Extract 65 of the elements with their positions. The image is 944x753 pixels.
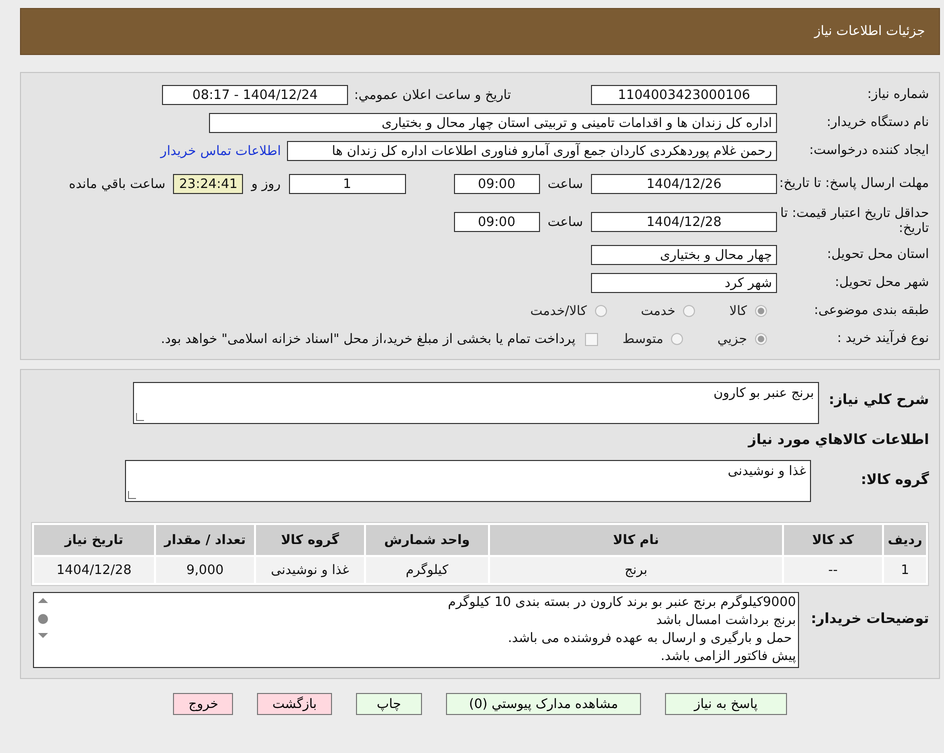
- province-field: چهار محال و بختیاری: [591, 245, 777, 265]
- field-label: شرح کلي نیاز:: [828, 391, 929, 408]
- table-cell: 1: [884, 557, 926, 583]
- field-label: مهلت ارسال پاسخ: تا تاریخ:: [778, 176, 929, 192]
- table-cell: غذا و نوشیدنی: [256, 557, 364, 583]
- field-label: استان محل تحویل:: [826, 248, 929, 262]
- column-header: کد کالا: [784, 525, 882, 555]
- column-header: نام کالا: [490, 525, 782, 555]
- form-button[interactable]: چاپ: [356, 693, 422, 715]
- column-header: تعداد / مقدار: [156, 525, 254, 555]
- summary-textarea[interactable]: برنج عنبر بو کارون: [133, 382, 819, 424]
- treasury-checkbox[interactable]: [585, 332, 598, 346]
- column-header: ردیف: [884, 525, 926, 555]
- field-label: توضیحات خریدار:: [810, 610, 929, 628]
- form-button[interactable]: بازگشت: [257, 693, 332, 715]
- city-field: شهر کرد: [591, 273, 777, 293]
- notes-line: پیش فاکتور الزامی باشد.: [660, 648, 796, 666]
- table-cell: --: [784, 557, 882, 583]
- buyer-contact-link[interactable]: اطلاعات تماس خریدار: [160, 144, 281, 158]
- field-label: روز و: [251, 176, 281, 192]
- category-radio[interactable]: کالا/خدمت: [530, 304, 617, 318]
- notes-textarea[interactable]: 9000کیلوگرم برنج عنبر بو برند کارون در بسته بندی 10 کیلوگرم برنج برداشت امسال باشد حمل و بارگیری و ارسال به عهده فروشنده می باشد. پیش فاکتور الزامی باشد.: [33, 592, 799, 668]
- notes-line: 9000کیلوگرم برنج عنبر بو برند کارون در بسته بندی 10 کیلوگرم: [446, 594, 796, 612]
- section-title: اطلاعات کالاهاي مورد نیاز: [746, 432, 929, 448]
- deadline-date-field: 1404/12/26: [591, 174, 777, 194]
- field-label: ساعت: [548, 214, 583, 230]
- field-label: گروه کالا:: [860, 470, 929, 488]
- page-title: جزئیات اطلاعات نیاز: [814, 24, 925, 39]
- column-header: واحد شمارش: [366, 525, 488, 555]
- table-cell: برنج: [490, 557, 782, 583]
- validity-date-field: 1404/12/28: [591, 212, 777, 232]
- form-button[interactable]: پاسخ به نیاز: [665, 693, 787, 715]
- category-radio[interactable]: خدمت: [640, 304, 706, 318]
- category-radio[interactable]: کالا: [729, 304, 777, 318]
- field-label: ساعت: [548, 176, 583, 192]
- process-radio[interactable]: جزيي: [717, 332, 777, 346]
- field-label: شهر محل تحویل:: [834, 276, 929, 290]
- buyer-field: اداره کل زندان ها و اقدامات تامینی و تربیتی استان چهار محال و بختیاری: [209, 113, 777, 133]
- table-cell: کیلوگرم: [366, 557, 488, 583]
- field-label: ساعت باقي مانده: [68, 176, 166, 192]
- treasury-text: پرداخت تمام یا بخشی از مبلغ خرید،از محل "اسناد خزانه اسلامی" خواهد بود.: [160, 332, 576, 346]
- creator-field: رحمن غلام پوردهکردی کاردان جمع آوری آمارو فناوری اطلاعات اداره کل زندان ها: [287, 141, 777, 161]
- form-button[interactable]: خروج: [173, 693, 234, 715]
- need-number-field: 1104003423000106: [591, 85, 777, 105]
- deadline-time-field: 09:00: [454, 174, 540, 194]
- column-header: تاریخ نیاز: [34, 525, 154, 555]
- process-radio[interactable]: متوسط: [622, 332, 694, 346]
- column-header: گروه کالا: [256, 525, 364, 555]
- notes-line: برنج برداشت امسال باشد: [655, 612, 796, 630]
- field-label: نام دستگاه خریدار:: [826, 116, 929, 130]
- table-cell: 1404/12/28: [34, 557, 154, 583]
- remaining-time-field: 23:24:41: [173, 174, 244, 194]
- goods-group-textarea[interactable]: غذا و نوشیدنی: [125, 460, 811, 502]
- field-label: نوع فرآیند خرید :: [836, 332, 929, 346]
- field-label: طبقه بندی موضوعی:: [812, 304, 929, 318]
- table-cell: 9,000: [156, 557, 254, 583]
- days-field: 1: [288, 174, 406, 194]
- field-label: ایجاد کننده درخواست:: [808, 144, 929, 158]
- validity-time-field: 09:00: [454, 212, 540, 232]
- notes-line: حمل و بارگیری و ارسال به عهده فروشنده می باشد.: [506, 630, 793, 648]
- announce-date-field: 1404/12/24 - 08:17: [162, 85, 348, 105]
- form-button[interactable]: مشاهده مدارک پیوستي (0): [446, 693, 642, 715]
- field-label: شماره نیاز:: [866, 88, 929, 102]
- field-label: تاريخ و ساعت اعلان عمومي:: [354, 88, 511, 102]
- field-label: حداقل تاریخ اعتبار قیمت: تا تاریخ:: [779, 207, 929, 237]
